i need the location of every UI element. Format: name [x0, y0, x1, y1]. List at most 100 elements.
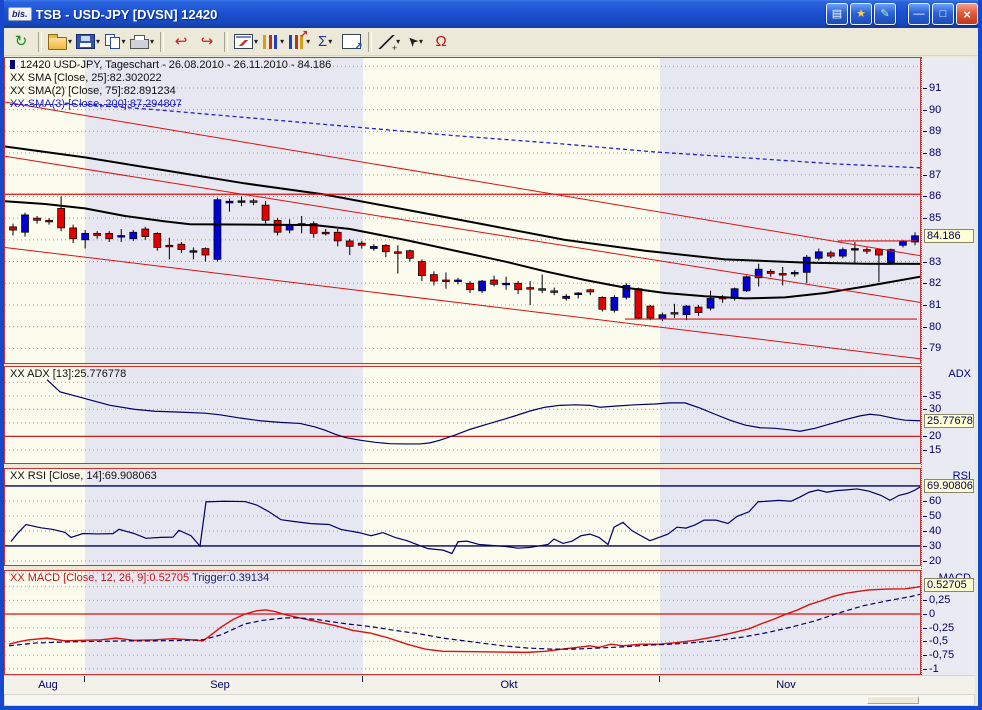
main-axis-label: 81: [929, 299, 941, 312]
adx-axis-tick: [923, 436, 927, 437]
main-axis-label: 91: [929, 82, 941, 95]
main-axis-label: 82: [929, 277, 941, 290]
adx-chart: [5, 367, 920, 463]
rsi-panel[interactable]: XX RSI [Close, 14]:69.908063: [4, 468, 921, 566]
main-axis-tick: [923, 283, 927, 284]
main-axis-label: 88: [929, 147, 941, 160]
main-axis-label: 85: [929, 212, 941, 225]
indicator-wizard-icon: [262, 35, 279, 49]
scrollbar-thumb[interactable]: [867, 696, 919, 704]
save-icon: [76, 34, 95, 49]
formula-dropdown-arrow[interactable]: ▾: [328, 37, 332, 46]
month-label-sep: Sep: [210, 679, 230, 691]
macd-axis-label: 0,25: [929, 594, 950, 607]
month-tick: [84, 676, 85, 682]
month-tick: [362, 676, 363, 682]
main-axis-tick: [923, 218, 927, 219]
adx-axis-label: 20: [929, 430, 941, 443]
horizontal-scrollbar[interactable]: [4, 694, 975, 706]
trigger-value: Trigger:0.39134: [192, 572, 269, 584]
save-dropdown-arrow[interactable]: ▾: [96, 37, 100, 46]
panel-toggle-button[interactable]: ▤: [826, 3, 848, 25]
adx-axis-label: 35: [929, 390, 941, 403]
save-button[interactable]: ▾: [74, 30, 102, 54]
app-icon: bis.: [8, 7, 32, 21]
next-chart-button[interactable]: ↪: [194, 30, 220, 54]
indicator-wizard-button[interactable]: ▾: [260, 30, 286, 54]
price-panel[interactable]: 12420 USD-JPY, Tageschart - 26.08.2010 -…: [4, 57, 921, 364]
macd-value: XX MACD [Close, 12, 26, 9]:0.52705: [10, 572, 192, 584]
price-legend: 12420 USD-JPY, Tageschart - 26.08.2010 -…: [10, 59, 331, 111]
copy-dropdown-arrow[interactable]: ▾: [122, 37, 126, 46]
magnet-icon: Ω: [436, 34, 447, 49]
macd-chart: [5, 571, 920, 674]
adx-axis-tick: [923, 409, 927, 410]
month-label-aug: Aug: [38, 679, 58, 691]
main-axis-label: 89: [929, 125, 941, 138]
main-axis-tick: [923, 88, 927, 89]
adx-panel[interactable]: XX ADX [13]:25.776778: [4, 366, 921, 464]
open-button[interactable]: ▾: [46, 30, 74, 54]
macd-axis-label: -0,5: [929, 635, 948, 648]
indicator-wizard-dropdown-arrow[interactable]: ▾: [280, 37, 284, 46]
rsi-axis-label: 20: [929, 555, 941, 568]
rsi-chart: [5, 469, 920, 565]
next-chart-icon: ↪: [201, 34, 214, 49]
rsi-axis-tick: [923, 561, 927, 562]
properties-button[interactable]: [338, 30, 364, 54]
adx-legend: XX ADX [13]:25.776778: [10, 368, 126, 381]
macd-axis-tick: [923, 600, 927, 601]
formula-button[interactable]: Σ▾: [312, 30, 338, 54]
magnet-button[interactable]: Ω: [428, 30, 454, 54]
main-axis-label: 86: [929, 190, 941, 203]
main-axis-tick: [923, 327, 927, 328]
close-button[interactable]: ×: [956, 3, 978, 25]
main-axis-tick: [923, 131, 927, 132]
maximize-button[interactable]: □: [932, 3, 954, 25]
draw-line-icon: [378, 35, 395, 49]
adx-current-value: 25.77678: [924, 414, 974, 428]
adx-axis-label: 15: [929, 444, 941, 457]
insert-study-button[interactable]: ▾: [286, 30, 312, 54]
print-dropdown-arrow[interactable]: ▾: [150, 37, 154, 46]
prev-chart-button[interactable]: ↩: [168, 30, 194, 54]
toolbar: ↻▾▾▾▾↩↪▾▾▾Σ▾▾➤▾Ω: [4, 28, 978, 56]
month-label-nov: Nov: [776, 679, 796, 691]
draw-line-button[interactable]: ▾: [376, 30, 402, 54]
toolbar-separator: [160, 32, 164, 52]
print-button[interactable]: ▾: [128, 30, 156, 54]
pointer-icon: ➤: [404, 33, 421, 50]
main-axis-tick: [923, 175, 927, 176]
copy-button[interactable]: ▾: [102, 30, 128, 54]
sma25-legend: XX SMA [Close, 25]:82.302022: [10, 72, 331, 85]
sma200-legend: XX SMA(3) [Close, 200]:87.294807: [10, 98, 331, 111]
main-axis-tick: [923, 348, 927, 349]
prev-chart-icon: ↩: [175, 34, 188, 49]
macd-axis-label: -0,75: [929, 649, 954, 662]
macd-axis-tick: [923, 669, 927, 670]
copy-icon: [105, 34, 121, 49]
minimize-button[interactable]: —: [908, 3, 930, 25]
annotate-button[interactable]: ✎: [874, 3, 896, 25]
macd-panel[interactable]: XX MACD [Close, 12, 26, 9]:0.52705 Trigg…: [4, 570, 921, 675]
favorites-star-button[interactable]: ★: [850, 3, 872, 25]
refresh-icon: ↻: [15, 34, 28, 49]
main-axis-tick: [923, 153, 927, 154]
refresh-button[interactable]: ↻: [8, 30, 34, 54]
sma75-legend: XX SMA(2) [Close, 75]:82.891234: [10, 85, 331, 98]
toolbar-separator: [224, 32, 228, 52]
main-axis-tick: [923, 305, 927, 306]
chart-type-icon: [234, 34, 253, 49]
open-dropdown-arrow[interactable]: ▾: [68, 37, 72, 46]
main-axis-label: 90: [929, 104, 941, 117]
chart-type-dropdown-arrow[interactable]: ▾: [254, 37, 258, 46]
candlestick-series-icon: [10, 60, 15, 69]
formula-icon: Σ: [318, 34, 327, 49]
chart-type-button[interactable]: ▾: [232, 30, 260, 54]
adx-axis-tick: [923, 396, 927, 397]
toolbar-separator: [38, 32, 42, 52]
chart-area: 12420 USD-JPY, Tageschart - 26.08.2010 -…: [4, 56, 978, 706]
open-icon: [48, 37, 67, 50]
pointer-button[interactable]: ➤▾: [402, 30, 428, 54]
macd-legend: XX MACD [Close, 12, 26, 9]:0.52705 Trigg…: [10, 572, 269, 585]
